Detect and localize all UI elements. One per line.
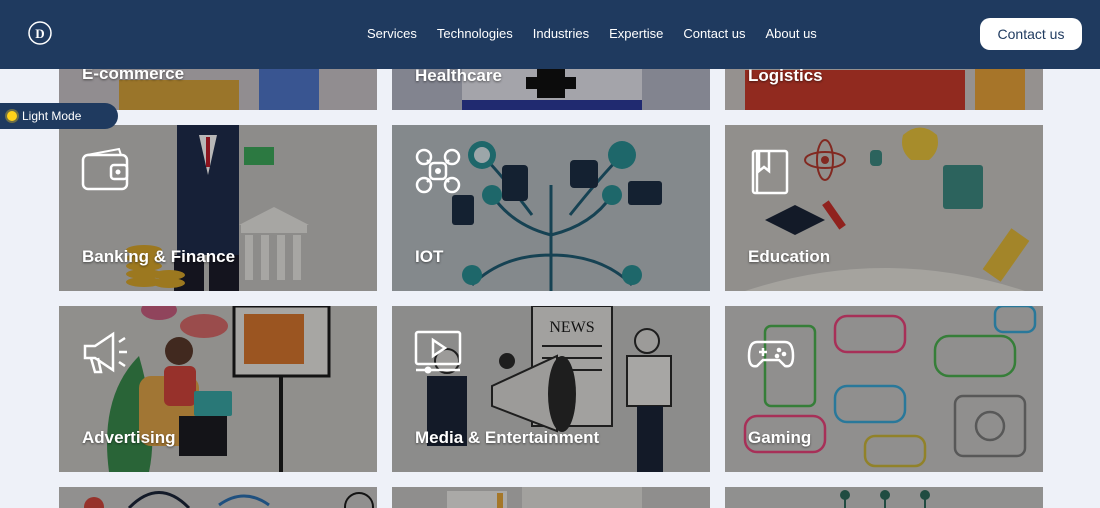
industry-card-media-entertainment[interactable]: NEWS Media & Entertainment	[392, 306, 710, 472]
megaphone-icon	[83, 331, 127, 374]
nav-technologies[interactable]: Technologies	[437, 26, 513, 41]
light-mode-toggle[interactable]: Light Mode	[0, 103, 118, 129]
industry-label: Gaming	[748, 428, 812, 447]
industry-card-advertising[interactable]: Advertising	[59, 306, 377, 472]
industry-label: Advertising	[82, 428, 176, 447]
nav-services[interactable]: Services	[367, 26, 417, 41]
book-icon	[751, 149, 789, 195]
svg-text:D: D	[35, 26, 44, 41]
wallet-icon	[81, 147, 129, 191]
industry-label: Healthcare	[415, 66, 502, 85]
nav-contact-us[interactable]: Contact us	[683, 26, 745, 41]
industry-card-partial-1[interactable]	[59, 487, 377, 508]
industry-label: IOT	[415, 247, 444, 266]
industry-card-partial-3[interactable]	[725, 487, 1043, 508]
industry-card-education[interactable]: Education	[725, 125, 1043, 291]
nav-about-us[interactable]: About us	[765, 26, 816, 41]
main-nav: Services Technologies Industries Experti…	[367, 26, 817, 41]
site-header: D Services Technologies Industries Exper…	[0, 0, 1100, 69]
drone-icon	[415, 148, 461, 194]
industry-label: Logistics	[748, 66, 823, 85]
sun-icon	[7, 111, 17, 121]
nav-industries[interactable]: Industries	[533, 26, 589, 41]
industry-card-iot[interactable]: IOT	[392, 125, 710, 291]
industry-label: Banking & Finance	[82, 247, 236, 266]
industry-card-banking-finance[interactable]: Banking & Finance	[59, 125, 377, 291]
industry-card-gaming[interactable]: Gaming	[725, 306, 1043, 472]
nav-expertise[interactable]: Expertise	[609, 26, 663, 41]
gamepad-icon	[747, 340, 795, 368]
light-mode-label: Light Mode	[22, 109, 82, 123]
industry-label: Media & Entertainment	[415, 428, 600, 447]
contact-us-button[interactable]: Contact us	[980, 18, 1082, 50]
industry-label: Education	[748, 247, 831, 266]
industry-card-partial-2[interactable]	[392, 487, 710, 508]
brand-logo[interactable]: D	[26, 20, 54, 48]
video-player-icon	[414, 330, 462, 374]
